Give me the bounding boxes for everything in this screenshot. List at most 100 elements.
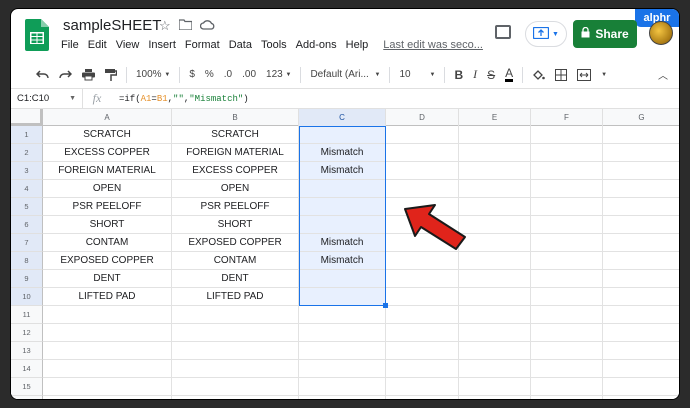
cell-c14[interactable]: [299, 360, 386, 378]
cell-b16[interactable]: [172, 396, 299, 399]
cell-c16[interactable]: [299, 396, 386, 399]
avatar[interactable]: [649, 21, 673, 45]
menu-addons[interactable]: Add-ons: [296, 39, 337, 51]
cell-d15[interactable]: [386, 378, 459, 396]
cell-g6[interactable]: [603, 216, 679, 234]
column-header-a[interactable]: A: [43, 109, 172, 126]
cell-e3[interactable]: [459, 162, 531, 180]
row-header-8[interactable]: 8: [11, 252, 43, 270]
column-header-b[interactable]: B: [172, 109, 299, 126]
zoom-select[interactable]: 100% ▼: [131, 64, 175, 86]
row-header-12[interactable]: 12: [11, 324, 43, 342]
cell-d9[interactable]: [386, 270, 459, 288]
row-header-2[interactable]: 2: [11, 144, 43, 162]
cell-a7[interactable]: CONTAM: [43, 234, 172, 252]
row-header-14[interactable]: 14: [11, 360, 43, 378]
column-header-d[interactable]: D: [386, 109, 459, 126]
row-header-13[interactable]: 13: [11, 342, 43, 360]
cell-c11[interactable]: [299, 306, 386, 324]
name-box[interactable]: C1:C10 ▼: [11, 89, 83, 108]
cell-f7[interactable]: [531, 234, 603, 252]
cell-g16[interactable]: [603, 396, 679, 399]
cell-e5[interactable]: [459, 198, 531, 216]
cell-g11[interactable]: [603, 306, 679, 324]
select-all-corner[interactable]: [11, 109, 43, 126]
paint-format-icon[interactable]: [100, 64, 122, 86]
cell-g13[interactable]: [603, 342, 679, 360]
cell-a4[interactable]: OPEN: [43, 180, 172, 198]
menu-view[interactable]: View: [116, 39, 140, 51]
cell-b6[interactable]: SHORT: [172, 216, 299, 234]
cell-c1[interactable]: [299, 126, 386, 144]
cell-b10[interactable]: LIFTED PAD: [172, 288, 299, 306]
cell-a6[interactable]: SHORT: [43, 216, 172, 234]
cell-e12[interactable]: [459, 324, 531, 342]
cell-c15[interactable]: [299, 378, 386, 396]
cell-d8[interactable]: [386, 252, 459, 270]
font-select[interactable]: Default (Ari... ▼: [305, 64, 385, 86]
cell-e7[interactable]: [459, 234, 531, 252]
cell-g3[interactable]: [603, 162, 679, 180]
percent-format-button[interactable]: %: [200, 64, 219, 86]
cell-d13[interactable]: [386, 342, 459, 360]
row-header-4[interactable]: 4: [11, 180, 43, 198]
cell-f3[interactable]: [531, 162, 603, 180]
cell-g8[interactable]: [603, 252, 679, 270]
cell-c12[interactable]: [299, 324, 386, 342]
comment-icon[interactable]: [495, 25, 511, 39]
cell-c8[interactable]: Mismatch: [299, 252, 386, 270]
column-header-e[interactable]: E: [459, 109, 531, 126]
cell-b11[interactable]: [172, 306, 299, 324]
cell-a16[interactable]: [43, 396, 172, 399]
cell-g14[interactable]: [603, 360, 679, 378]
formula-input[interactable]: =if(A1=B1,"","Mismatch"): [111, 94, 249, 104]
cell-d1[interactable]: [386, 126, 459, 144]
cell-d3[interactable]: [386, 162, 459, 180]
row-header-10[interactable]: 10: [11, 288, 43, 306]
cell-a8[interactable]: EXPOSED COPPER: [43, 252, 172, 270]
row-header-16[interactable]: 16: [11, 396, 43, 399]
cell-f11[interactable]: [531, 306, 603, 324]
cell-d4[interactable]: [386, 180, 459, 198]
menu-insert[interactable]: Insert: [148, 39, 176, 51]
cell-e2[interactable]: [459, 144, 531, 162]
redo-icon[interactable]: [54, 64, 77, 86]
cell-b1[interactable]: SCRATCH: [172, 126, 299, 144]
cell-g4[interactable]: [603, 180, 679, 198]
cell-g15[interactable]: [603, 378, 679, 396]
last-edit-link[interactable]: Last edit was seco...: [383, 39, 483, 51]
row-header-9[interactable]: 9: [11, 270, 43, 288]
cell-d14[interactable]: [386, 360, 459, 378]
row-header-6[interactable]: 6: [11, 216, 43, 234]
row-header-7[interactable]: 7: [11, 234, 43, 252]
cell-e15[interactable]: [459, 378, 531, 396]
cell-e11[interactable]: [459, 306, 531, 324]
cell-f15[interactable]: [531, 378, 603, 396]
cell-d12[interactable]: [386, 324, 459, 342]
cell-a9[interactable]: DENT: [43, 270, 172, 288]
share-button[interactable]: Share: [573, 20, 637, 48]
cell-c4[interactable]: [299, 180, 386, 198]
row-header-3[interactable]: 3: [11, 162, 43, 180]
cell-a13[interactable]: [43, 342, 172, 360]
cell-a12[interactable]: [43, 324, 172, 342]
more-formats-button[interactable]: 123 ▼: [261, 64, 296, 86]
present-button[interactable]: ▼: [525, 21, 567, 47]
cell-g5[interactable]: [603, 198, 679, 216]
cell-e1[interactable]: [459, 126, 531, 144]
cell-f9[interactable]: [531, 270, 603, 288]
cell-e6[interactable]: [459, 216, 531, 234]
cell-b14[interactable]: [172, 360, 299, 378]
cell-g12[interactable]: [603, 324, 679, 342]
cell-a5[interactable]: PSR PEELOFF: [43, 198, 172, 216]
move-folder-icon[interactable]: [178, 18, 193, 34]
cell-e13[interactable]: [459, 342, 531, 360]
column-header-c[interactable]: C: [299, 109, 386, 126]
cell-c10[interactable]: [299, 288, 386, 306]
cell-f6[interactable]: [531, 216, 603, 234]
row-header-5[interactable]: 5: [11, 198, 43, 216]
column-header-g[interactable]: G: [603, 109, 679, 126]
cell-e10[interactable]: [459, 288, 531, 306]
cell-a14[interactable]: [43, 360, 172, 378]
cell-g2[interactable]: [603, 144, 679, 162]
